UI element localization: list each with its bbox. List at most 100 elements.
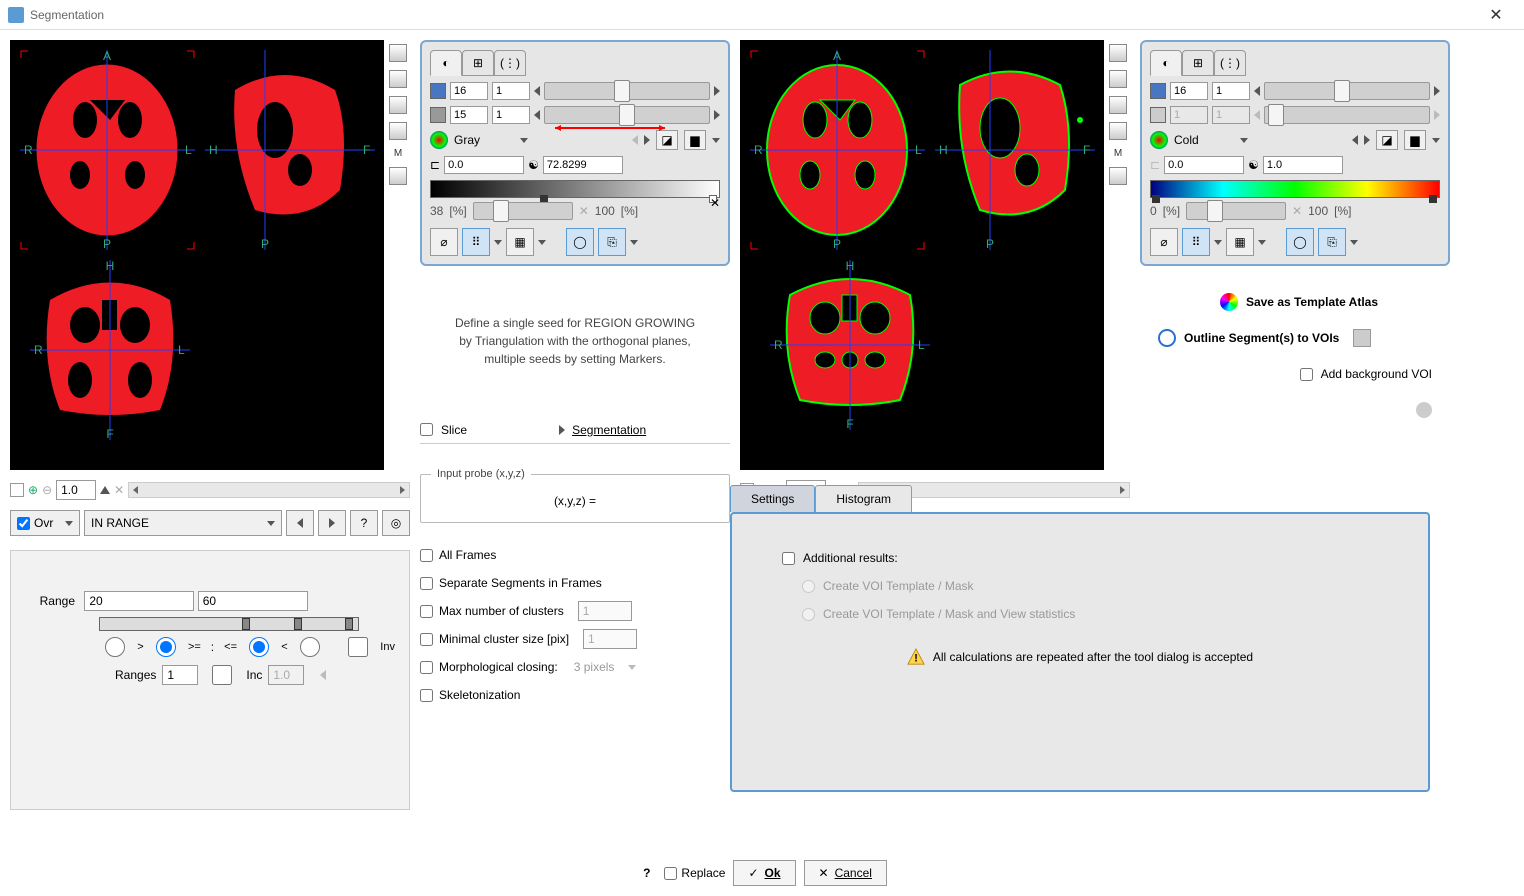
tab-settings[interactable]: Settings [730,485,815,512]
slice2-next[interactable] [714,110,720,120]
rdisp-tab-3[interactable]: (⋮) [1214,50,1246,76]
ranges-prev-icon[interactable] [320,670,326,680]
slice2-prev[interactable] [534,110,540,120]
slice1-a-input[interactable] [450,82,488,100]
morph-checkbox[interactable] [420,661,433,674]
slice2-b-input[interactable] [492,106,530,124]
rtb-3[interactable]: ▦ [1226,228,1254,256]
rview-mode-m[interactable]: M [1114,148,1122,159]
addbg-checkbox[interactable] [1300,368,1313,381]
tb-1[interactable]: ⌀ [430,228,458,256]
rcm-tool1[interactable]: ◪ [1376,130,1398,150]
disp-tab-2[interactable]: ⊞ [462,50,494,76]
rslice2-prev[interactable] [1254,110,1260,120]
rcm-next[interactable] [1364,135,1370,145]
tb-5[interactable]: ⎘ [598,228,626,256]
rslice1-b-input[interactable] [1212,82,1250,100]
lte-radio[interactable] [243,637,275,657]
voi1-radio[interactable] [802,580,815,593]
tb-3[interactable]: ▦ [506,228,534,256]
rslice1-a-input[interactable] [1170,82,1208,100]
ok-button[interactable]: ✓ Ok [733,860,795,886]
cm-tool2[interactable]: ▆ [684,130,706,150]
view-mode-m[interactable]: M [394,148,402,159]
rtb-3-menu[interactable] [1258,240,1266,245]
rslice1-prev[interactable] [1254,86,1260,96]
rslice2-slider[interactable] [1264,106,1430,124]
ranges-count-input[interactable] [162,665,198,685]
replace-checkbox[interactable] [664,867,677,880]
inv-checkbox[interactable] [342,637,374,657]
tb-2[interactable]: ⠿ [462,228,490,256]
maxc-checkbox[interactable] [420,605,433,618]
help-button[interactable]: ? [637,866,656,880]
rcm-tool2[interactable]: ▆ [1404,130,1426,150]
left-scroll[interactable] [128,482,410,498]
disp-tab-1[interactable]: ◐ [430,50,462,76]
gt-radio[interactable] [99,637,131,657]
view-mode-1-icon[interactable] [389,44,407,62]
inc-checkbox[interactable] [204,665,240,685]
rwl-lo-input[interactable] [1164,156,1244,174]
outline-opts-icon[interactable] [1353,329,1371,347]
rtb-5[interactable]: ⎘ [1318,228,1346,256]
wl-lo-input[interactable] [444,156,524,174]
rslice1-next[interactable] [1434,86,1440,96]
rview-mode-3-icon[interactable] [1109,96,1127,114]
segmentation-tab[interactable]: Segmentation [475,416,730,444]
save-atlas-button[interactable]: Save as Template Atlas [1246,295,1378,309]
mode-dropdown-icon[interactable] [267,521,275,526]
cm-next[interactable] [644,135,650,145]
rslice2-a-input[interactable] [1170,106,1208,124]
mode-dropdown[interactable]: IN RANGE [84,510,282,536]
rview-mode-5-icon[interactable] [1109,167,1127,185]
tb-3-menu[interactable] [538,240,546,245]
right-orthogonal-views[interactable]: A P R L [740,40,1104,470]
slice1-prev[interactable] [534,86,540,96]
tb-5-menu[interactable] [630,240,638,245]
rwl-hi-input[interactable] [1263,156,1343,174]
addl-results-checkbox[interactable] [782,552,795,565]
ovr-toggle[interactable]: Ovr [10,510,80,536]
allframes-checkbox[interactable] [420,549,433,562]
ovr-checkbox[interactable] [17,517,30,530]
nav-prev-button[interactable] [286,510,314,536]
maxc-input[interactable] [578,601,632,621]
slice2-a-input[interactable] [450,106,488,124]
right-gradient-bar[interactable] [1150,180,1440,198]
cm-tool1[interactable]: ◪ [656,130,678,150]
zoom-clear-icon[interactable]: ✕ [114,483,124,497]
cancel-button[interactable]: ✕ Cancel [804,860,887,886]
range-slider[interactable] [99,617,359,631]
skel-checkbox[interactable] [420,689,433,702]
tb-4[interactable]: ◯ [566,228,594,256]
help-mode-button[interactable]: ? [350,510,378,536]
rdisp-tab-2[interactable]: ⊞ [1182,50,1214,76]
rslice2-b-input[interactable] [1212,106,1250,124]
tb-2-menu[interactable] [494,240,502,245]
nav-next-button[interactable] [318,510,346,536]
rtb-5-menu[interactable] [1350,240,1358,245]
slice1-next[interactable] [714,86,720,96]
rtb-1[interactable]: ⌀ [1150,228,1178,256]
rview-mode-4-icon[interactable] [1109,122,1127,140]
slice1-slider[interactable] [544,82,710,100]
disp-tab-3[interactable]: (⋮) [494,50,526,76]
target-button[interactable]: ◎ [382,510,410,536]
zoom-input[interactable] [56,480,96,500]
zoom-box-icon[interactable] [10,483,24,497]
rslice2-next[interactable] [1434,110,1440,120]
zoom-out-icon[interactable]: ⊖ [42,483,52,497]
wl-hi-input[interactable] [543,156,623,174]
rtb-4[interactable]: ◯ [1286,228,1314,256]
view-mode-2-icon[interactable] [389,70,407,88]
ovr-dropdown-icon[interactable] [65,521,73,526]
rcolormap-dropdown[interactable] [1240,138,1248,143]
rcm-prev[interactable] [1352,135,1358,145]
colormap-dropdown[interactable] [520,138,528,143]
voi2-radio[interactable] [802,608,815,621]
pct-slider[interactable] [473,202,573,220]
slice-checkbox[interactable] [420,423,433,436]
rslice1-slider[interactable] [1264,82,1430,100]
morph-dropdown[interactable] [628,665,636,670]
